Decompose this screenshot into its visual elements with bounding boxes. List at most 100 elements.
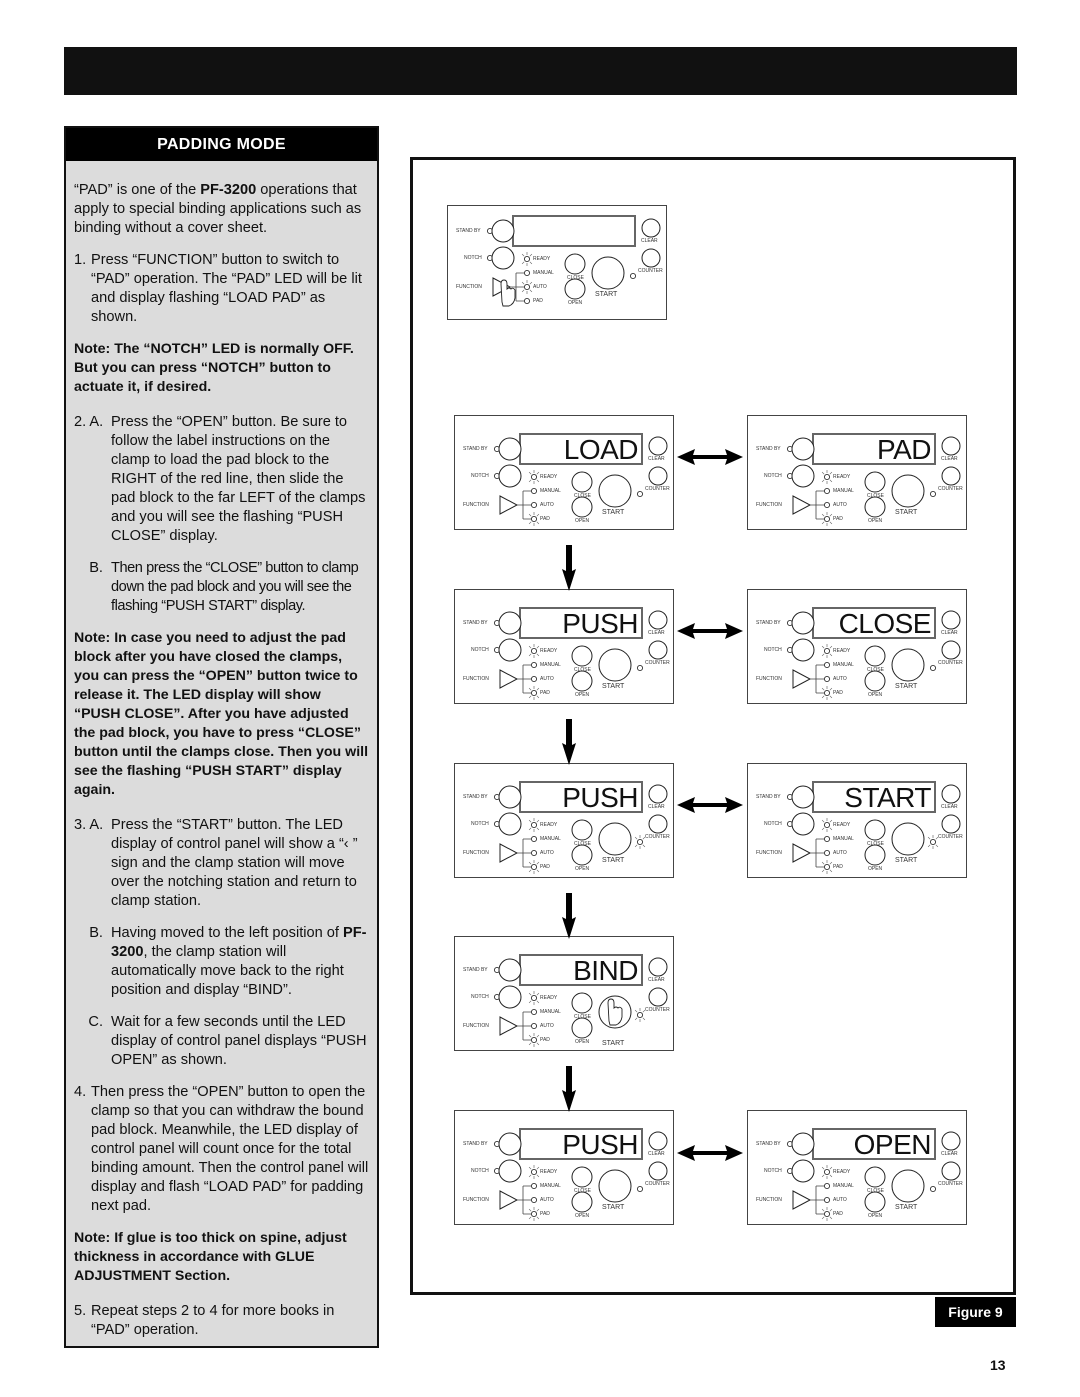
open-button[interactable] [864, 1191, 886, 1213]
clear-button[interactable] [941, 784, 961, 804]
clear-button[interactable] [648, 784, 668, 804]
clear-button[interactable] [941, 610, 961, 630]
lcd-display-text: PUSH [562, 782, 638, 813]
stand-by-button[interactable] [498, 785, 522, 809]
clear-button[interactable] [641, 218, 661, 238]
notch-button[interactable] [791, 638, 815, 662]
function-button[interactable] [499, 1190, 519, 1210]
start-button[interactable] [598, 648, 632, 682]
pad-label: PAD [540, 1211, 550, 1217]
pad-led [530, 863, 538, 871]
open-button[interactable] [571, 1191, 593, 1213]
close-button[interactable] [571, 1166, 593, 1188]
ready-label: READY [540, 648, 558, 654]
open-button[interactable] [564, 278, 586, 300]
control-panel-open: OPEN STAND BY NOTCH FUNCTION READY MANUAL AUTO… [747, 1110, 967, 1225]
function-button[interactable] [792, 843, 812, 863]
notch-label: NOTCH [471, 994, 489, 1000]
manual-led [523, 269, 531, 277]
stand-by-button[interactable] [791, 1132, 815, 1156]
counter-button[interactable] [941, 814, 961, 834]
notch-button[interactable] [498, 464, 522, 488]
open-button[interactable] [864, 844, 886, 866]
step-text: Press the “START” button. The LED displa… [111, 817, 358, 909]
model-name: PF-3200 [200, 182, 257, 198]
step-text: Then press the “CLOSE” button to clamp d… [111, 560, 359, 614]
stand-by-button[interactable] [791, 785, 815, 809]
step-3b: B. Having moved to the left position of … [74, 924, 369, 1000]
start-button[interactable] [598, 1169, 632, 1203]
stand-by-button[interactable] [791, 437, 815, 461]
close-button[interactable] [571, 992, 593, 1014]
stand-by-button[interactable] [498, 611, 522, 635]
auto-label: AUTO [833, 1197, 847, 1203]
manual-label: MANUAL [540, 1183, 561, 1189]
lcd-display-text: LOAD [563, 434, 639, 465]
close-button[interactable] [864, 471, 886, 493]
clear-button[interactable] [648, 1131, 668, 1151]
counter-button[interactable] [941, 466, 961, 486]
open-button[interactable] [864, 496, 886, 518]
clear-button[interactable] [648, 957, 668, 977]
close-button[interactable] [571, 645, 593, 667]
function-button[interactable] [499, 843, 519, 863]
close-button[interactable] [564, 253, 586, 275]
function-label: FUNCTION [463, 676, 489, 682]
open-button[interactable] [864, 670, 886, 692]
counter-button[interactable] [641, 248, 661, 268]
start-button[interactable] [591, 256, 625, 290]
auto-led [530, 1196, 538, 1204]
stand-by-button[interactable] [498, 437, 522, 461]
notch-button[interactable] [498, 985, 522, 1009]
stand-by-button[interactable] [791, 611, 815, 635]
function-button[interactable] [792, 495, 812, 515]
close-button[interactable] [864, 645, 886, 667]
notch-button[interactable] [498, 638, 522, 662]
pad-label: PAD [833, 690, 843, 696]
counter-button[interactable] [648, 640, 668, 660]
open-button[interactable] [571, 1017, 593, 1039]
pad-led [823, 1210, 831, 1218]
close-button[interactable] [864, 1166, 886, 1188]
start-button[interactable] [891, 648, 925, 682]
start-button[interactable] [891, 1169, 925, 1203]
stand-by-button[interactable] [491, 219, 515, 243]
start-button[interactable] [598, 474, 632, 508]
notch-button[interactable] [498, 812, 522, 836]
notch-button[interactable] [791, 812, 815, 836]
counter-button[interactable] [648, 987, 668, 1007]
open-button[interactable] [571, 496, 593, 518]
clear-button[interactable] [941, 1131, 961, 1151]
counter-button[interactable] [941, 640, 961, 660]
ready-led [530, 1168, 538, 1176]
notch-button[interactable] [791, 464, 815, 488]
open-button[interactable] [571, 670, 593, 692]
counter-button[interactable] [648, 466, 668, 486]
counter-button[interactable] [648, 814, 668, 834]
clear-button[interactable] [648, 610, 668, 630]
stand-by-button[interactable] [498, 958, 522, 982]
function-button[interactable] [499, 1016, 519, 1036]
close-button[interactable] [571, 819, 593, 841]
notch-button[interactable] [791, 1159, 815, 1183]
function-button[interactable] [792, 669, 812, 689]
function-button[interactable] [499, 495, 519, 515]
close-button[interactable] [864, 819, 886, 841]
stand-by-button[interactable] [498, 1132, 522, 1156]
counter-button[interactable] [648, 1161, 668, 1181]
open-button[interactable] [571, 844, 593, 866]
start-button[interactable] [598, 822, 632, 856]
notch-button[interactable] [491, 246, 515, 270]
clear-button[interactable] [648, 436, 668, 456]
notch-button[interactable] [498, 1159, 522, 1183]
close-button[interactable] [571, 471, 593, 493]
clear-button[interactable] [941, 436, 961, 456]
open-label: OPEN [868, 1213, 883, 1219]
function-button[interactable] [792, 1190, 812, 1210]
start-label: START [602, 857, 625, 864]
counter-button[interactable] [941, 1161, 961, 1181]
start-button[interactable] [891, 474, 925, 508]
function-button[interactable] [499, 669, 519, 689]
start-button[interactable] [891, 822, 925, 856]
control-panel-drawing [486, 215, 661, 307]
